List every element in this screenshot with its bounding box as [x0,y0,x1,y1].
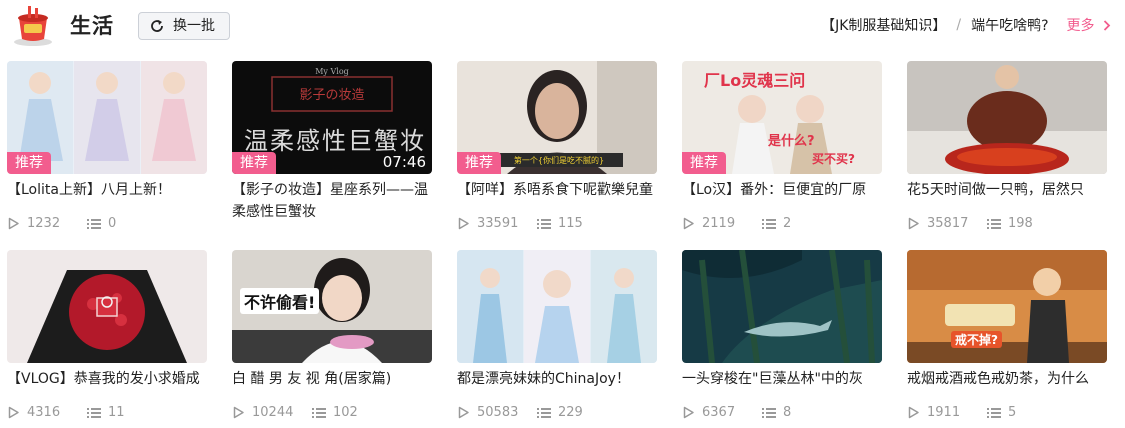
svg-text:第一个{你们是吃不腻的}: 第一个{你们是吃不腻的} [514,155,604,165]
cartoon-man-bar-thumbnail-image [907,250,1107,363]
video-card[interactable]: 一头穿梭在"巨藻丛林"中的灰 6367 8 [682,250,882,420]
video-card[interactable]: 推荐 【Lolita上新】八月上新！ 1232 0 [7,61,207,231]
more-label: 更多 [1066,18,1095,34]
chevron-right-icon [1103,20,1111,31]
refresh-icon [151,20,163,32]
svg-text:影子の妆造: 影子の妆造 [299,88,364,103]
tag-link-jk[interactable]: 【JK制服基础知识】 [821,15,946,35]
danmaku-icon [87,218,101,229]
play-icon [8,406,19,419]
life-category-icon [14,6,52,46]
video-thumbnail[interactable] [682,250,882,363]
play-icon [458,217,469,230]
video-card[interactable]: 都是漂亮妹妹的ChinaJoy！ 50583 229 [457,250,657,420]
play-icon [233,406,244,419]
hot-tags: 【JK制服基础知识】 / 端午吃啥鸭? 更多 [821,15,1111,35]
video-thumbnail[interactable] [7,250,207,363]
danmaku-icon [762,407,776,418]
tag-separator: / [956,17,962,33]
danmaku-count: 229 [558,405,583,420]
danmaku-count: 198 [1008,216,1033,231]
svg-text:My Vlog: My Vlog [315,67,349,76]
video-card[interactable]: My Vlog 影子の妆造 温柔感性巨蟹妆 推荐 07:46 【影子の妆造】星座… [232,61,432,223]
video-stats: 50583 229 [457,405,583,420]
video-thumbnail[interactable]: 戒不掉? [907,250,1107,363]
video-stats: 1911 5 [907,405,1016,420]
play-count: 10244 [252,405,294,420]
recommend-badge: 推荐 [7,152,51,174]
video-stats: 6367 8 [682,405,791,420]
play-icon [683,217,694,230]
danmaku-icon [87,407,101,418]
section-header: 生活 换一批 【JK制服基础知识】 / 端午吃啥鸭? 更多 [0,0,1125,50]
video-title[interactable]: 【影子の妆造】星座系列——温柔感性巨蟹妆 [232,179,432,223]
more-link[interactable]: 更多 [1067,15,1111,35]
section-title: 生活 [70,14,114,38]
video-card[interactable]: 第一个{你们是吃不腻的} 推荐 【阿咩】系唔系食下呢歡樂兒童 33591 115 [457,61,657,231]
video-thumbnail[interactable]: 是什么? 买不买? 厂Lo灵魂三问 推荐 [682,61,882,174]
thumbnail-caption: 不许偷看! [240,288,320,314]
play-count: 1911 [927,405,961,420]
refresh-button[interactable]: 换一批 [138,12,230,40]
video-stats: 4316 11 [7,405,125,420]
danmaku-count: 11 [108,405,125,420]
play-count: 1232 [27,216,61,231]
video-stats: 35817 198 [907,216,1033,231]
danmaku-count: 102 [333,405,358,420]
video-card[interactable]: 是什么? 买不买? 厂Lo灵魂三问 推荐 【Lo汉】番外：巨便宜的厂原 2119… [682,61,882,231]
play-count: 6367 [702,405,736,420]
video-thumbnail[interactable]: 不许偷看! [232,250,432,363]
video-card[interactable]: 花5天时间做一只鸭，居然只 35817 198 [907,61,1107,231]
play-icon [683,406,694,419]
video-stats: 33591 115 [457,216,583,231]
shark-in-kelp-thumbnail-image [682,250,882,363]
thumbnail-caption: 温柔感性巨蟹妆 [244,127,426,155]
video-thumbnail[interactable] [457,250,657,363]
video-card[interactable]: 戒不掉? 戒烟戒酒戒色戒奶茶，为什么 1911 5 [907,250,1107,420]
play-icon [908,217,919,230]
recommend-badge: 推荐 [457,152,501,174]
danmaku-count: 2 [783,216,792,231]
video-stats: 10244 102 [232,405,358,420]
play-icon [458,406,469,419]
video-card[interactable]: 【VLOG】恭喜我的发小求婚成 4316 11 [7,250,207,420]
roast-duck-thumbnail-image [907,61,1107,174]
danmaku-icon [537,218,551,229]
play-count: 35817 [927,216,969,231]
thumbnail-caption: 戒不掉? [951,331,1002,348]
danmaku-icon [987,218,1001,229]
video-stats: 1232 0 [7,216,116,231]
video-thumbnail[interactable]: 推荐 [7,61,207,174]
danmaku-icon [537,407,551,418]
danmaku-count: 0 [108,216,117,231]
video-thumbnail[interactable]: My Vlog 影子の妆造 温柔感性巨蟹妆 推荐 07:46 [232,61,432,174]
video-duration: 07:46 [382,153,426,171]
play-count: 33591 [477,216,519,231]
recommend-badge: 推荐 [232,152,276,174]
play-count: 4316 [27,405,61,420]
tag-link-duanwu[interactable]: 端午吃啥鸭? [971,15,1048,35]
danmaku-count: 8 [783,405,792,420]
play-icon [8,217,19,230]
play-count: 50583 [477,405,519,420]
video-thumbnail[interactable]: 第一个{你们是吃不腻的} 推荐 [457,61,657,174]
danmaku-count: 115 [558,216,583,231]
svg-text:买不买?: 买不买? [812,152,855,166]
danmaku-icon [312,407,326,418]
video-card[interactable]: 不许偷看! 白 醋 男 友 视 角(居家篇) 10244 102 [232,250,432,420]
rose-bouquet-ring-thumbnail-image [7,250,207,363]
danmaku-icon [987,407,1001,418]
danmaku-icon [762,218,776,229]
video-stats: 2119 2 [682,216,791,231]
thumbnail-caption: 厂Lo灵魂三问 [704,71,806,90]
play-count: 2119 [702,216,736,231]
video-thumbnail[interactable] [907,61,1107,174]
danmaku-count: 5 [1008,405,1017,420]
recommend-badge: 推荐 [682,152,726,174]
play-icon [908,406,919,419]
chinajoy-girls-thumbnail-image [457,250,657,363]
svg-text:是什么?: 是什么? [767,133,815,149]
refresh-label: 换一批 [173,18,215,34]
